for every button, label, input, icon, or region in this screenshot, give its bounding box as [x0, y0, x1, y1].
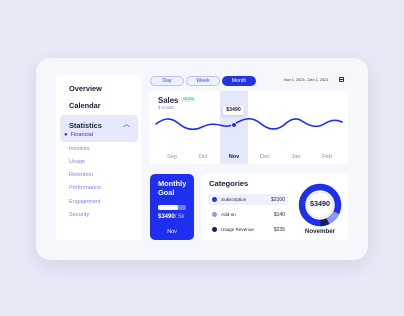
x-axis-label-feb: Feb: [322, 154, 332, 160]
donut-period: November: [304, 228, 336, 235]
x-axis-label-dec: Dec: [260, 154, 270, 160]
category-name: Subscription: [221, 197, 247, 202]
goal-progress-bar: [158, 205, 186, 210]
sidebar-subitem-engagement[interactable]: Engagement: [69, 199, 101, 205]
x-axis-label-nov[interactable]: Nov: [224, 154, 244, 160]
tab-day[interactable]: Day: [150, 76, 184, 86]
chevron-up-icon[interactable]: ︿: [123, 119, 130, 129]
sidebar-subitem-performance[interactable]: Performance: [69, 185, 101, 191]
date-range-picker[interactable]: Nov 1, 2023 - Dec 1, 2023: [284, 76, 344, 84]
category-name: Usage Revenue: [221, 227, 254, 232]
legend-swatch: [212, 227, 217, 232]
category-amount: $2100: [271, 197, 285, 203]
bullet-icon: ●: [64, 132, 68, 138]
category-row-subscription[interactable]: Subscription $2100: [208, 194, 288, 205]
sidebar-item-label: Statistics: [69, 121, 102, 130]
sidebar-subitem-financial[interactable]: ● Financial: [64, 132, 93, 138]
x-axis-label-oct: Oct: [198, 154, 208, 160]
tab-week[interactable]: Week: [186, 76, 220, 86]
category-amount: $235: [273, 227, 285, 233]
goal-progress-fill: [158, 205, 178, 210]
goal-title: Monthly Goal: [158, 179, 187, 197]
goal-value: $3490/ 5k: [158, 214, 184, 220]
category-name: Add-on: [221, 212, 236, 217]
category-row-add-on[interactable]: Add-on $140: [208, 209, 288, 220]
selected-point-marker[interactable]: [231, 122, 237, 128]
sidebar-subitem-usage[interactable]: Usage: [69, 159, 85, 165]
calendar-icon[interactable]: [339, 77, 344, 82]
goal-month: Nov: [167, 229, 177, 235]
sidebar-subitem-label: Financial: [70, 132, 94, 138]
value-tooltip: $3490: [223, 106, 244, 115]
legend-swatch: [212, 212, 217, 217]
sidebar-subitem-invoices[interactable]: Invoices: [69, 146, 90, 152]
category-row-usage-revenue[interactable]: Usage Revenue $235: [208, 224, 288, 235]
sidebar: Overview Calendar Statistics ︿ ● Financia…: [56, 75, 141, 240]
categories-title: Categories: [209, 179, 249, 188]
category-amount: $140: [273, 212, 285, 218]
x-axis-label-sep: Sep: [167, 154, 177, 160]
tab-month[interactable]: Month: [222, 76, 256, 86]
sidebar-subitem-security[interactable]: Security: [69, 212, 89, 218]
sales-trend-line: [155, 117, 343, 131]
sidebar-item-calendar[interactable]: Calendar: [69, 101, 101, 110]
sidebar-item-statistics[interactable]: Statistics ︿ ● Financial: [60, 115, 138, 142]
sidebar-subitem-retention[interactable]: Retention: [69, 172, 93, 178]
goal-target: / 5k: [174, 214, 185, 220]
sales-card: Sales +8.2% $ results $3490 Sep Oct Nov …: [150, 91, 348, 164]
sidebar-item-overview[interactable]: Overview: [69, 84, 102, 93]
donut-total: $3490: [310, 199, 330, 208]
x-axis-label-jan: Jan: [291, 154, 301, 160]
monthly-goal-card[interactable]: Monthly Goal $3490/ 5k Nov: [150, 174, 194, 240]
goal-amount: $3490: [158, 214, 175, 220]
legend-swatch: [212, 197, 217, 202]
categories-card: Categories Subscription $2100 Add-on $14…: [201, 174, 348, 240]
